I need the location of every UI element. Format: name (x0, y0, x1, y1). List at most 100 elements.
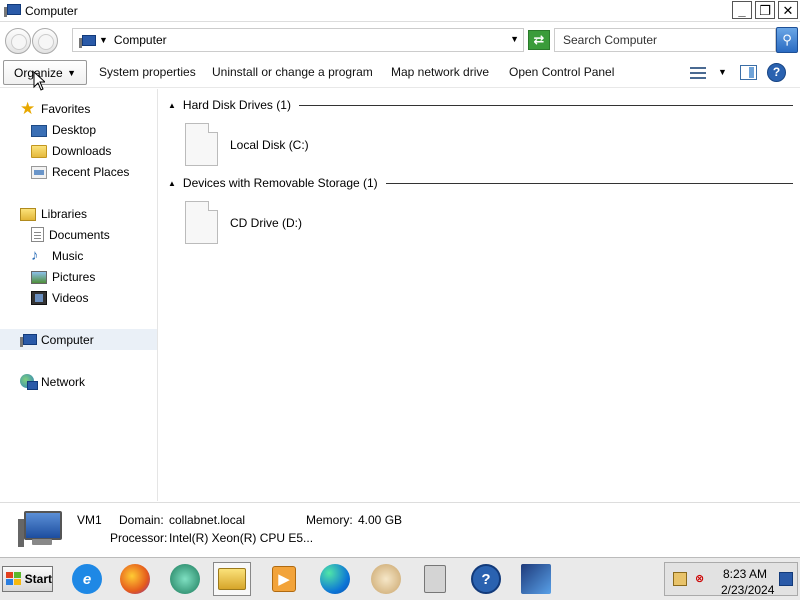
forward-button[interactable] (32, 28, 58, 54)
memory-label: Memory: (306, 513, 353, 527)
nav-label: Music (52, 248, 84, 263)
address-dropdown-icon[interactable]: ▼ (510, 34, 519, 44)
help-icon[interactable]: ? (767, 63, 786, 82)
nav-libraries[interactable]: Libraries (20, 203, 87, 224)
group-header-removable-storage[interactable]: ▲ Devices with Removable Storage (1) (168, 174, 793, 192)
nav-label: Network (41, 374, 86, 389)
nav-music[interactable]: ♪ Music (31, 245, 83, 266)
domain-label: Domain: (119, 513, 164, 527)
computer-name: VM1 (77, 513, 102, 527)
clock-time[interactable]: 8:23 AM (723, 567, 767, 581)
system-properties-button[interactable]: System properties (99, 65, 196, 79)
libraries-icon (20, 208, 36, 221)
open-control-panel-button[interactable]: Open Control Panel (509, 65, 614, 79)
address-row: ▼ Computer ▼ ⇄ Search Computer ⚲ (0, 23, 800, 57)
uninstall-program-button[interactable]: Uninstall or change a program (212, 65, 373, 79)
group-divider (385, 182, 793, 184)
drive-icon (185, 123, 218, 166)
computer-icon (20, 333, 37, 347)
pinned-app-icon[interactable] (517, 562, 555, 596)
start-label: Start (24, 572, 52, 586)
file-explorer-icon[interactable] (213, 562, 251, 596)
processor-label: Processor: (110, 531, 168, 545)
restore-button[interactable]: ❐ (755, 1, 775, 19)
nav-desktop[interactable]: Desktop (31, 119, 96, 140)
window-controls: _ ❐ ✕ (732, 1, 798, 19)
computer-icon (4, 4, 21, 18)
recent-places-icon (31, 166, 47, 179)
title-bar: Computer _ ❐ ✕ (0, 0, 800, 22)
nav-computer[interactable]: Computer (0, 329, 157, 350)
start-button[interactable]: Start (2, 566, 53, 592)
nav-network[interactable]: Network (20, 371, 85, 392)
processor-value: Intel(R) Xeon(R) CPU E5... (169, 531, 314, 545)
organize-button[interactable]: Organize ▼ (3, 60, 87, 85)
nav-recent-places[interactable]: Recent Places (31, 161, 129, 182)
memory-value: 4.00 GB (358, 513, 403, 527)
domain-value: collabnet.local (169, 513, 246, 527)
nav-favorites[interactable]: ★ Favorites (20, 98, 90, 119)
address-bar[interactable]: ▼ Computer ▼ (72, 28, 524, 52)
drive-icon (185, 201, 218, 244)
view-options-chevron-icon[interactable]: ▼ (718, 67, 727, 77)
downloads-folder-icon (31, 145, 47, 158)
nav-label: Favorites (41, 101, 91, 116)
chevron-down-icon: ▼ (67, 68, 76, 78)
nav-pictures[interactable]: Pictures (31, 266, 95, 287)
firefox-icon[interactable] (116, 562, 154, 596)
group-header-hard-disk-drives[interactable]: ▲ Hard Disk Drives (1) (168, 96, 793, 114)
collapse-triangle-icon[interactable]: ▲ (168, 179, 176, 188)
internet-explorer-icon[interactable]: e (68, 562, 106, 596)
nav-label: Computer (41, 332, 94, 347)
refresh-button[interactable]: ⇄ (528, 30, 550, 50)
desktop-icon (31, 124, 47, 137)
system-tray: ⊗ 8:23 AM 2/23/2024 (664, 562, 798, 597)
nav-label: Videos (52, 290, 89, 305)
taskbar: Start e ▶ ? ⊗ 8:23 AM 2/23/2024 (0, 557, 800, 600)
volume-muted-icon[interactable]: ⊗ (695, 572, 709, 586)
breadcrumb-computer[interactable]: Computer (114, 33, 167, 47)
group-title: Devices with Removable Storage (1) (182, 176, 378, 190)
edge-beta-icon[interactable] (166, 562, 204, 596)
calculator-icon[interactable] (416, 562, 454, 596)
clock-date[interactable]: 2/23/2024 (721, 583, 774, 597)
network-tray-icon[interactable] (779, 572, 793, 586)
group-title: Hard Disk Drives (1) (182, 98, 291, 112)
paint-icon[interactable] (367, 562, 405, 596)
drive-label: CD Drive (D:) (230, 215, 302, 230)
close-button[interactable]: ✕ (778, 1, 798, 19)
windows-logo-icon (6, 572, 22, 586)
minimize-button[interactable]: _ (732, 1, 752, 19)
collapse-triangle-icon[interactable]: ▲ (168, 101, 176, 110)
details-pane: VM1 Domain: collabnet.local Memory: 4.00… (0, 502, 800, 556)
search-input[interactable]: Search Computer (554, 28, 776, 52)
action-center-flag-icon[interactable] (673, 572, 687, 586)
nav-label: Recent Places (52, 164, 130, 179)
drive-label: Local Disk (C:) (230, 137, 309, 152)
drive-local-disk-c[interactable]: Local Disk (C:) (185, 123, 309, 166)
computer-icon (79, 34, 96, 48)
documents-icon (31, 227, 44, 242)
nav-documents[interactable]: Documents (31, 224, 110, 245)
group-divider (298, 104, 793, 106)
search-icon[interactable]: ⚲ (776, 27, 798, 53)
pictures-icon (31, 271, 47, 284)
nav-videos[interactable]: Videos (31, 287, 88, 308)
help-support-icon[interactable]: ? (467, 562, 505, 596)
film-strip-icon (31, 291, 47, 305)
edge-icon[interactable] (316, 562, 354, 596)
preview-pane-icon[interactable] (740, 65, 757, 80)
command-bar: Organize ▼ System properties Uninstall o… (0, 58, 800, 88)
breadcrumb-arrow-icon[interactable]: ▼ (99, 35, 108, 45)
music-note-icon: ♪ (31, 246, 39, 264)
window-title: Computer (25, 3, 78, 18)
nav-label: Documents (49, 227, 110, 242)
content-pane: ▲ Hard Disk Drives (1) Local Disk (C:) ▲… (160, 89, 800, 501)
drive-cd-drive-d[interactable]: CD Drive (D:) (185, 201, 302, 244)
change-view-icon[interactable] (690, 66, 706, 80)
nav-label: Pictures (52, 269, 96, 284)
map-network-drive-button[interactable]: Map network drive (391, 65, 489, 79)
back-button[interactable] (5, 28, 31, 54)
media-player-icon[interactable]: ▶ (265, 562, 303, 596)
nav-downloads[interactable]: Downloads (31, 140, 111, 161)
